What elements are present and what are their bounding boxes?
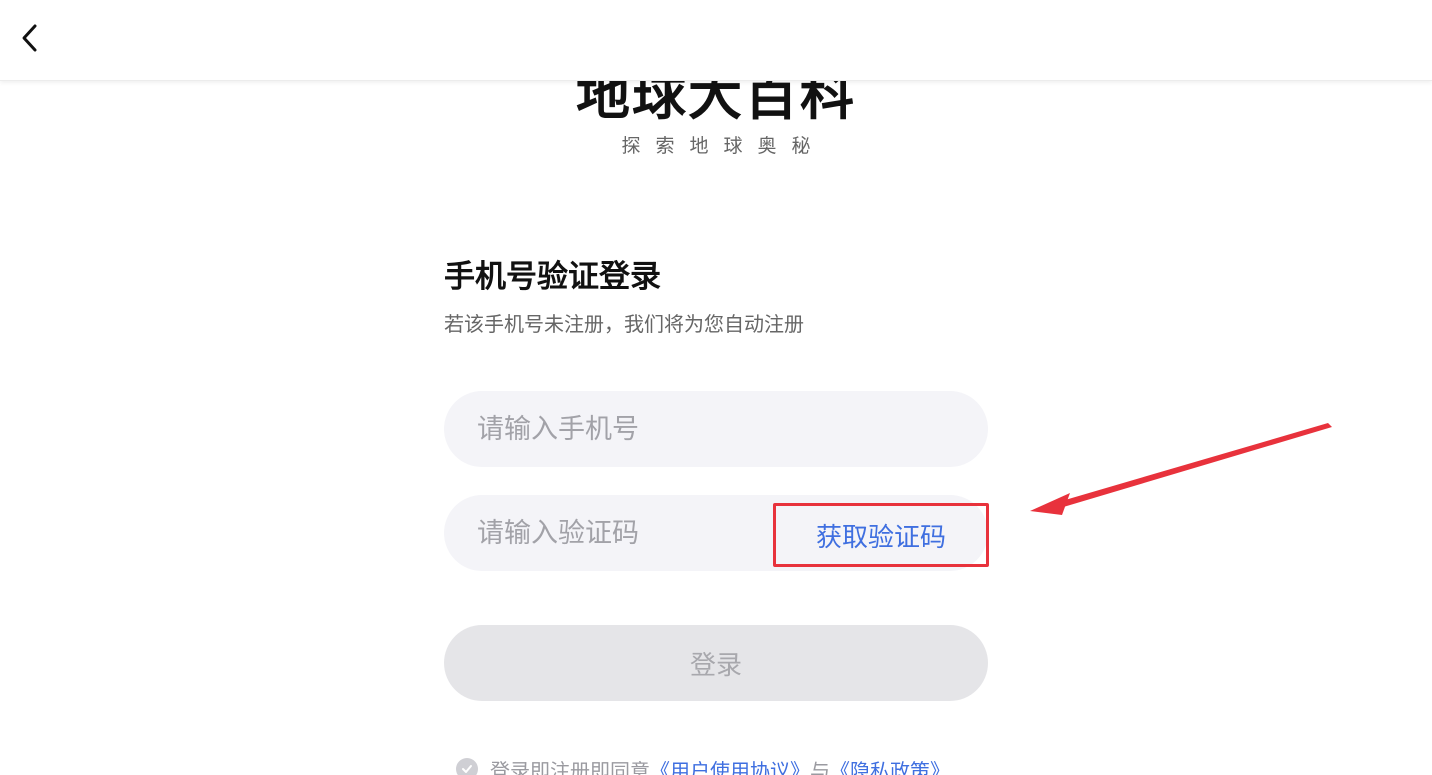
top-bar [0, 0, 1432, 81]
agreement-row: 登录即注册即同意 《用户使用协议》 与 《隐私政策》 [456, 756, 950, 775]
annotation-arrow-icon [1030, 423, 1332, 515]
login-button[interactable]: 登录 [444, 625, 988, 701]
login-form-title: 手机号验证登录 [444, 259, 661, 295]
login-page: 地球大百科 探索地球奥秘 手机号验证登录 若该手机号未注册，我们将为您自动注册 … [0, 0, 1432, 775]
verification-code-input[interactable] [477, 495, 757, 571]
get-code-button[interactable]: 获取验证码 [773, 503, 989, 567]
user-agreement-link[interactable]: 《用户使用协议》 [650, 755, 810, 775]
agreement-text: 登录即注册即同意 [490, 758, 650, 775]
phone-input[interactable] [477, 391, 777, 467]
agree-checkbox[interactable] [456, 758, 478, 775]
privacy-policy-link[interactable]: 《隐私政策》 [830, 755, 950, 775]
back-button[interactable] [12, 18, 48, 58]
agreement-joiner: 与 [810, 758, 830, 775]
check-icon [462, 765, 472, 773]
chevron-left-icon [22, 24, 37, 52]
code-field: 获取验证码 [444, 495, 989, 571]
phone-field [444, 391, 988, 467]
login-form-subtitle: 若该手机号未注册，我们将为您自动注册 [444, 312, 804, 336]
